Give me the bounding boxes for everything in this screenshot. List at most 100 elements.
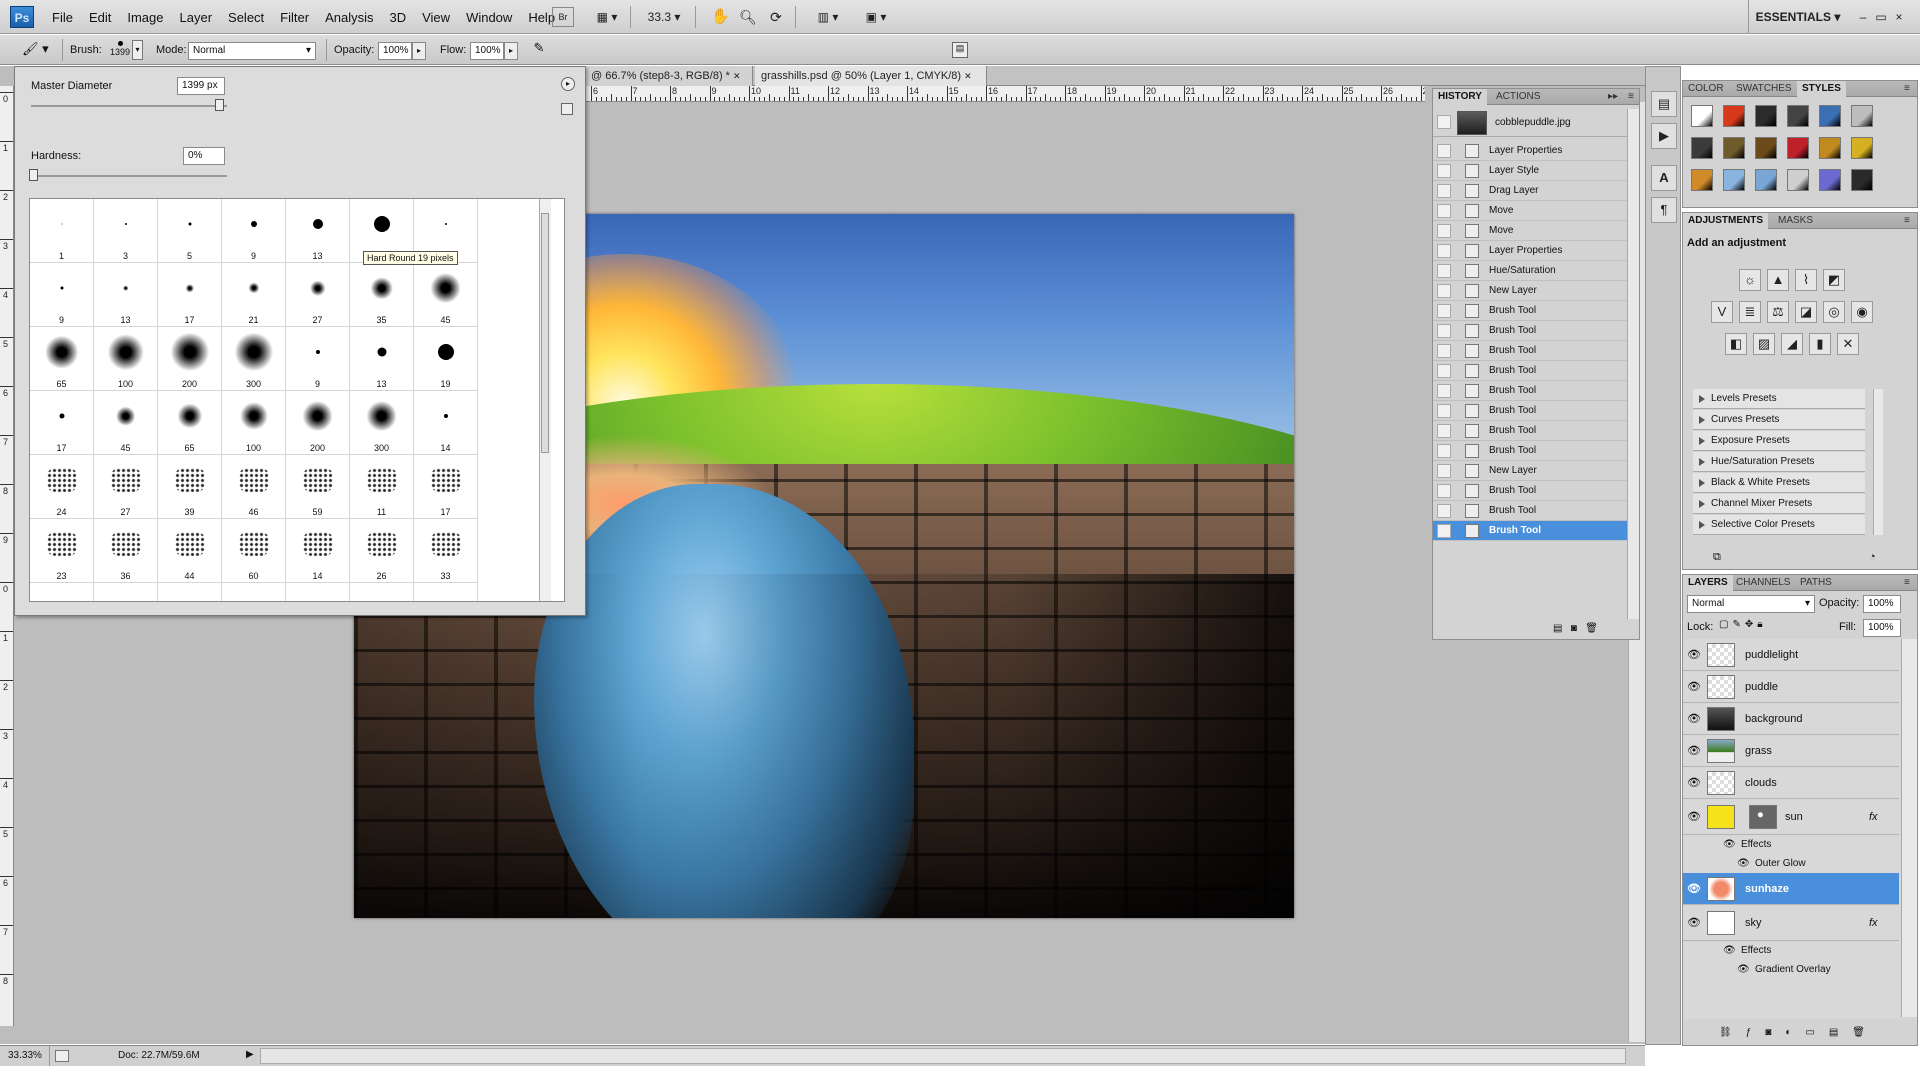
snapshot-camera-icon[interactable]: ◙ — [1571, 623, 1577, 634]
menu-filter[interactable]: Filter — [272, 10, 317, 25]
history-source-checkbox[interactable] — [1437, 244, 1451, 258]
flow-slider-toggle[interactable]: ▸ — [504, 42, 518, 60]
history-source-checkbox[interactable] — [1437, 164, 1451, 178]
character-panel-icon[interactable]: A — [1651, 165, 1677, 191]
panel-menu-icon[interactable]: ≡ — [1899, 213, 1915, 229]
brush-preset[interactable]: 35 — [350, 263, 414, 327]
horizontal-scrollbar[interactable] — [260, 1048, 1626, 1064]
hue-saturation-icon[interactable]: ≣ — [1739, 301, 1761, 323]
brush-preset[interactable]: 200 — [286, 391, 350, 455]
layer-row[interactable]: 👁︎ background — [1683, 703, 1899, 735]
brush-preset[interactable]: 200 — [158, 327, 222, 391]
clip-to-layer-icon[interactable]: ⧉ — [1713, 551, 1721, 564]
history-source-checkbox[interactable] — [1437, 344, 1451, 358]
history-scrollbar[interactable] — [1627, 109, 1639, 619]
screen-mode-button[interactable]: ▣ ▾ — [858, 7, 894, 27]
mode-dropdown[interactable]: Normal ▾ — [188, 42, 316, 60]
brush-preset[interactable]: 36 — [94, 519, 158, 583]
tab-paths[interactable]: PATHS — [1795, 575, 1837, 591]
brush-preset[interactable] — [158, 583, 222, 601]
minimize-button[interactable]: – — [1856, 7, 1870, 27]
hardness-handle[interactable] — [29, 169, 38, 181]
brush-preset[interactable]: 100 — [94, 327, 158, 391]
layer-row[interactable]: 👁︎ sunhaze — [1683, 873, 1899, 905]
eye-icon[interactable]: 👁︎ — [1737, 854, 1750, 873]
doc-tab-grasshills[interactable]: grasshills.psd @ 50% (Layer 1, CMYK/8) ✕ — [755, 66, 987, 86]
threshold-icon[interactable]: ◢ — [1781, 333, 1803, 355]
new-layer-icon[interactable]: ▤ — [1829, 1027, 1852, 1038]
opacity-input[interactable]: 100% — [378, 42, 412, 60]
bridge-button[interactable]: Br — [552, 7, 574, 27]
history-source-checkbox[interactable] — [1437, 404, 1451, 418]
eye-icon[interactable]: 👁︎ — [1687, 713, 1701, 725]
brush-preset[interactable] — [350, 583, 414, 601]
brush-preset[interactable]: 24 — [30, 455, 94, 519]
brush-preset[interactable]: 27 — [286, 263, 350, 327]
history-item[interactable]: Brush Tool — [1433, 401, 1627, 421]
history-item[interactable]: Brush Tool — [1433, 481, 1627, 501]
style-swatch[interactable] — [1851, 105, 1873, 127]
color-balance-icon[interactable]: ⚖ — [1767, 301, 1789, 323]
hand-icon[interactable]: ✋ — [710, 7, 730, 27]
layer-row[interactable]: 👁︎ clouds — [1683, 767, 1899, 799]
brightness-contrast-icon[interactable]: ☼ — [1739, 269, 1761, 291]
brush-preset[interactable]: 9 — [286, 327, 350, 391]
workspace-switcher[interactable]: ESSENTIALS ▾ — [1752, 7, 1844, 27]
close-tab-icon[interactable]: ✕ — [964, 71, 972, 81]
layer-row[interactable]: 👁︎ grass — [1683, 735, 1899, 767]
eye-icon[interactable]: 👁︎ — [1687, 883, 1701, 895]
close-button[interactable]: × — [1892, 7, 1906, 27]
brush-preset[interactable]: 65 — [30, 327, 94, 391]
layer-mask-icon[interactable]: ◙ — [1765, 1027, 1785, 1038]
brush-preview[interactable]: 1399 — [106, 38, 134, 62]
panel-menu-icon[interactable]: ≡ — [1899, 575, 1915, 591]
history-source-checkbox[interactable] — [1437, 264, 1451, 278]
style-swatch[interactable] — [1851, 169, 1873, 191]
photo-filter-icon[interactable]: ◎ — [1823, 301, 1845, 323]
airbrush-icon[interactable]: ✎ — [528, 40, 550, 60]
brush-preset[interactable]: 100 — [222, 391, 286, 455]
menu-window[interactable]: Window — [458, 10, 520, 25]
history-item[interactable]: Brush Tool — [1433, 421, 1627, 441]
history-item[interactable]: New Layer — [1433, 281, 1627, 301]
brush-preset[interactable]: 46 — [222, 455, 286, 519]
levels-icon[interactable]: ▲ — [1767, 269, 1789, 291]
brush-preset[interactable] — [286, 583, 350, 601]
new-group-icon[interactable]: ▭ — [1805, 1027, 1828, 1038]
history-item[interactable]: Brush Tool — [1433, 381, 1627, 401]
brush-preset[interactable]: 11 — [350, 455, 414, 519]
layer-effects-row[interactable]: 👁︎ Effects — [1683, 835, 1899, 854]
tab-color[interactable]: COLOR — [1683, 81, 1729, 97]
delete-layer-icon[interactable]: 🗑︎ — [1852, 1027, 1879, 1038]
tab-adjustments[interactable]: ADJUSTMENTS — [1683, 213, 1769, 229]
brush-preset[interactable]: 39 — [158, 455, 222, 519]
style-swatch[interactable] — [1819, 169, 1841, 191]
close-tab-icon[interactable]: ✕ — [733, 71, 741, 81]
brush-preset[interactable]: 45 — [94, 391, 158, 455]
menu-layer[interactable]: Layer — [172, 10, 221, 25]
brush-preset[interactable]: 59 — [286, 455, 350, 519]
brush-preset[interactable]: 17 — [158, 263, 222, 327]
history-item[interactable]: Layer Properties — [1433, 141, 1627, 161]
master-diameter-handle[interactable] — [215, 99, 224, 111]
brush-preset[interactable]: 13 — [350, 327, 414, 391]
history-source-checkbox[interactable] — [1437, 364, 1451, 378]
curves-icon[interactable]: ⌇ — [1795, 269, 1817, 291]
brush-preset[interactable] — [222, 583, 286, 601]
rotate-view-icon[interactable]: ⟳ — [766, 7, 786, 27]
brush-preset[interactable]: 17 — [414, 455, 478, 519]
brush-preset[interactable] — [414, 583, 478, 601]
tab-channels[interactable]: CHANNELS — [1731, 575, 1795, 591]
adjustment-preset[interactable]: Exposure Presets — [1693, 431, 1865, 451]
eye-icon[interactable]: 👁︎ — [1737, 960, 1750, 979]
history-item[interactable]: Layer Style — [1433, 161, 1627, 181]
history-source-checkbox[interactable] — [1437, 524, 1451, 538]
history-source-checkbox[interactable] — [1437, 204, 1451, 218]
tab-layers[interactable]: LAYERS — [1683, 575, 1733, 591]
style-swatch[interactable] — [1819, 137, 1841, 159]
style-swatch[interactable] — [1691, 137, 1713, 159]
history-item[interactable]: Brush Tool — [1433, 301, 1627, 321]
brush-preset[interactable]: 23 — [30, 519, 94, 583]
actions-panel-icon[interactable]: ▶ — [1651, 123, 1677, 149]
black-white-icon[interactable]: ◪ — [1795, 301, 1817, 323]
